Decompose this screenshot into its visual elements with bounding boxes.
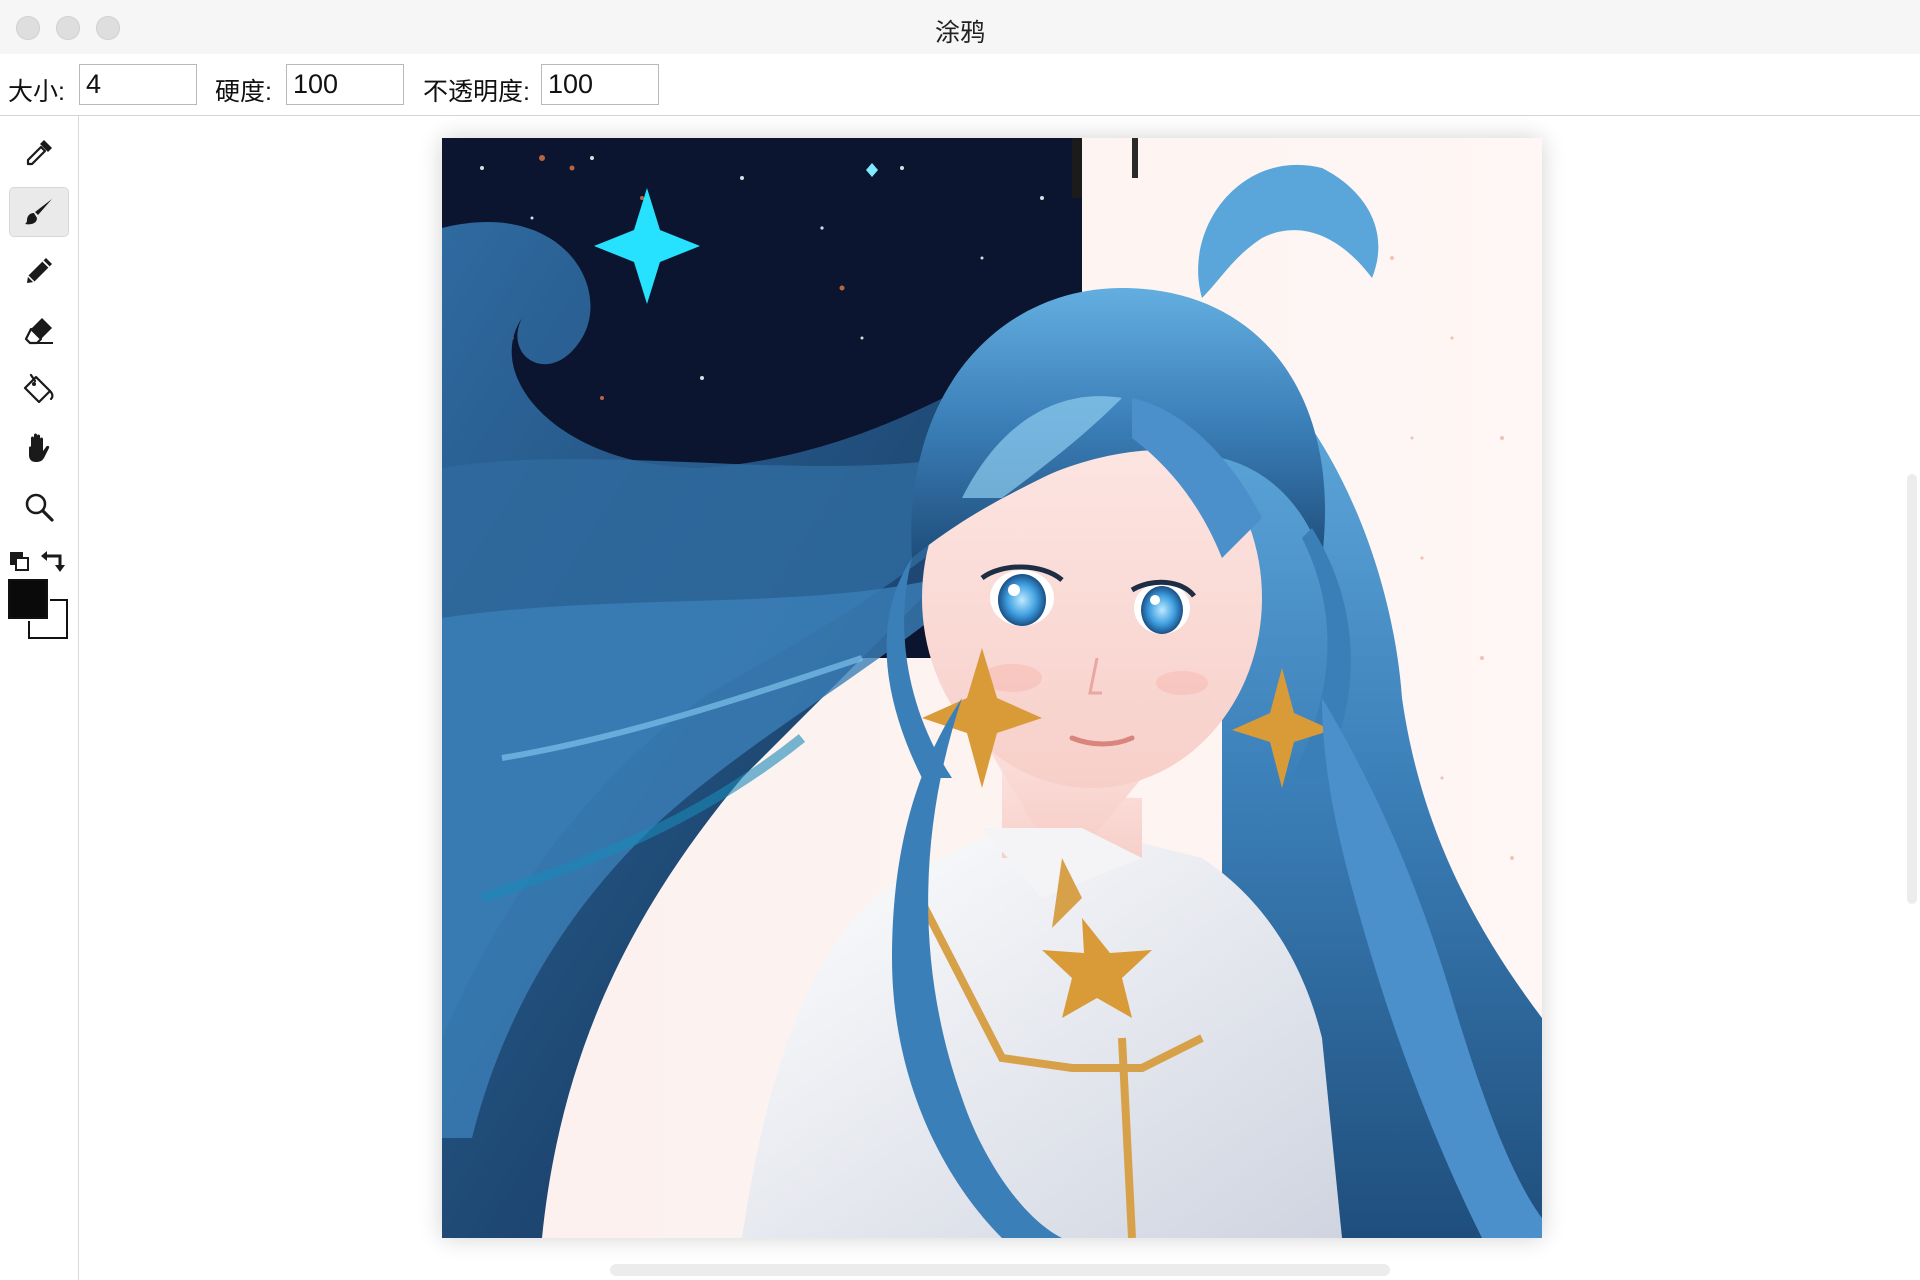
hardness-input[interactable] <box>286 64 404 105</box>
magnifier-icon <box>25 493 54 522</box>
brush-icon <box>25 199 52 225</box>
fill-tool[interactable] <box>9 364 69 414</box>
foreground-color-well[interactable] <box>6 577 50 621</box>
tool-palette <box>0 116 79 1280</box>
color-wells <box>6 577 72 643</box>
hand-tool[interactable] <box>9 423 69 473</box>
brush-tool[interactable] <box>9 187 69 237</box>
default-colors-icon[interactable] <box>10 552 29 571</box>
vertical-scrollbar[interactable] <box>1907 474 1917 904</box>
opacity-input[interactable] <box>541 64 659 105</box>
size-label: 大小: <box>8 78 65 106</box>
eraser-tool[interactable] <box>9 305 69 355</box>
opacity-label: 不透明度: <box>423 78 530 106</box>
eraser-icon <box>24 318 53 345</box>
drawing-canvas[interactable] <box>442 138 1542 1238</box>
canvas-area[interactable] <box>79 116 1920 1280</box>
eyedropper-tool[interactable] <box>9 128 69 178</box>
anime-girl-artwork[interactable] <box>442 138 1542 1238</box>
swap-colors-icon[interactable] <box>41 551 65 572</box>
horizontal-scrollbar[interactable] <box>610 1264 1390 1276</box>
zoom-tool[interactable] <box>9 482 69 532</box>
window-title: 涂鸦 <box>934 19 985 47</box>
window-titlebar: 涂鸦 <box>0 0 1920 54</box>
size-input[interactable] <box>79 64 197 105</box>
brush-options-bar: 大小: 硬度: 不透明度: <box>0 54 1920 116</box>
eyedropper-icon <box>26 140 52 166</box>
hardness-label: 硬度: <box>215 78 272 106</box>
hand-icon <box>29 433 50 462</box>
paint-bucket-icon <box>23 373 54 404</box>
pencil-tool[interactable] <box>9 246 69 296</box>
pencil-icon <box>27 258 52 283</box>
color-controls <box>10 546 70 576</box>
